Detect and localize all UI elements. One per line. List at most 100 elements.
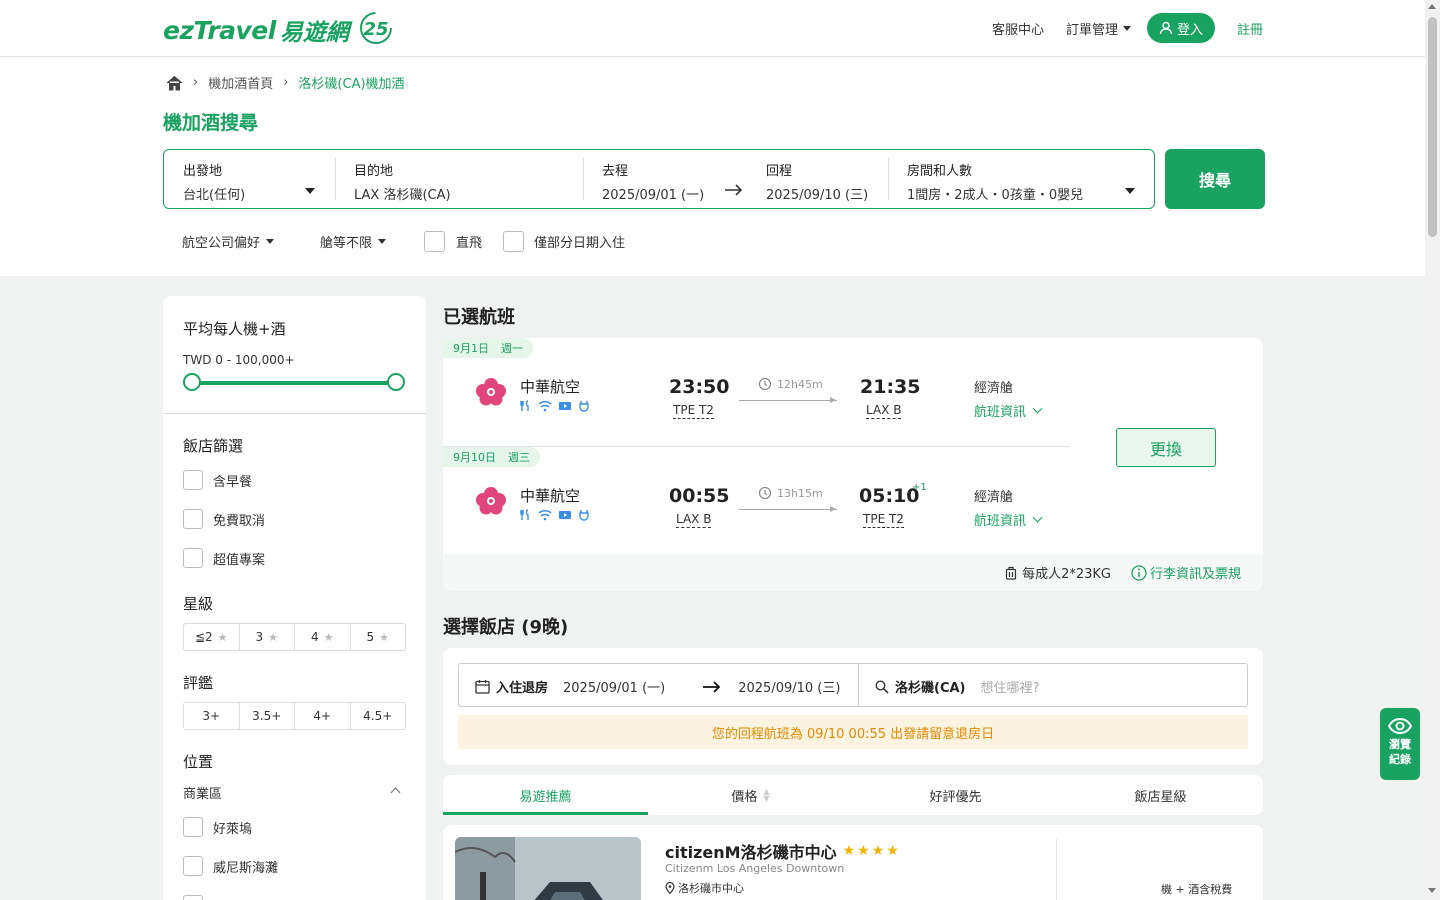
airline-preference-dropdown[interactable]: 航空公司偏好 [182, 232, 274, 251]
hotel-result-card[interactable]: citizenM洛杉磯市中心 ★★★★ Citizenm Los Angeles… [443, 825, 1263, 900]
location-more[interactable] [183, 895, 213, 900]
rooms-guests-field[interactable]: 房間和人數 1間房・2成人・0孩童・0嬰兒 [907, 150, 1137, 208]
breakfast-checkbox[interactable] [183, 470, 203, 490]
luggage-icon [1005, 566, 1017, 580]
free-cancel-filter[interactable]: 免費取消 [183, 509, 265, 529]
flight-path-arrow-icon [739, 397, 837, 403]
hotel-location-search[interactable]: 洛杉磯(CA) 想住哪裡? [875, 677, 1039, 696]
outbound-arrive-airport[interactable]: LAX B [866, 403, 902, 419]
business-district-header[interactable]: 商業區 [183, 783, 222, 802]
value-deal-checkbox[interactable] [183, 548, 203, 568]
anniversary-badge-icon: 25 [357, 10, 395, 50]
depart-date-value: 2025/09/01 (一) [602, 188, 705, 203]
calendar-icon [475, 680, 490, 694]
chevron-right-icon: › [283, 75, 289, 90]
change-flight-button[interactable]: 更換 [1116, 428, 1216, 467]
header-right-menu: 客服中心 訂單管理 登入 註冊 [970, 13, 1263, 43]
star-option[interactable]: ≦2 ★ [184, 624, 240, 650]
airline-name: 中華航空 [520, 487, 581, 505]
rating-option[interactable]: 3+ [184, 703, 240, 729]
price-slider-max-handle[interactable] [387, 373, 405, 391]
inbound-flight-info-toggle[interactable]: 航班資訊 [974, 510, 1041, 529]
flight-filter-row: 航空公司偏好 艙等不限 直飛 僅部分日期入住 [182, 230, 625, 252]
value-deal-filter[interactable]: 超值專案 [183, 548, 265, 568]
destination-field[interactable]: 目的地 LAX 洛杉磯(CA) [354, 150, 574, 208]
origin-field[interactable]: 出發地 台北(任何) [183, 150, 333, 208]
outbound-depart-airport[interactable]: TPE T2 [673, 403, 714, 419]
depart-date-field[interactable]: 去程 2025/09/01 (一) [602, 150, 732, 208]
chevron-up-icon[interactable] [390, 787, 401, 798]
filter-sidebar: 平均每人機+酒 TWD 0 - 100,000+ 飯店篩選 含早餐 免費取消 超… [163, 296, 426, 900]
scroll-up-arrow-icon[interactable] [1428, 4, 1436, 9]
baggage-info-row: 每成人2*23KG 行李資訊及票規 [443, 554, 1263, 591]
hotel-search-bar: 入住退房 2025/09/01 (一) 2025/09/10 (三) 洛杉磯(C… [458, 663, 1248, 707]
scroll-down-arrow-icon[interactable] [1428, 888, 1436, 893]
rating-option[interactable]: 3.5+ [240, 703, 295, 729]
checkout-warning-banner: 您的回程航班為 09/10 00:55 出發請留意退房日 [458, 715, 1248, 749]
free-cancel-checkbox[interactable] [183, 509, 203, 529]
direct-flight-label: 直飛 [456, 235, 483, 251]
selected-flights-card: 9月1日 週一 中華航空 23:50 TPE T2 12h45m 21:35 LA… [443, 338, 1263, 591]
hotel-photo[interactable] [455, 837, 641, 900]
direct-flight-checkbox[interactable] [424, 230, 446, 252]
venice-beach-checkbox[interactable] [183, 856, 203, 876]
star-rating-icons: ★★★★ [842, 843, 901, 859]
hollywood-checkbox[interactable] [183, 817, 203, 837]
tab-recommended[interactable]: 易遊推薦 [443, 775, 648, 815]
inbound-cabin: 經濟艙 [974, 490, 1014, 505]
tab-hotel-stars[interactable]: 飯店星級 [1058, 775, 1263, 815]
scrollbar-thumb[interactable] [1428, 17, 1437, 237]
breakfast-label: 含早餐 [213, 474, 253, 490]
more-location-checkbox[interactable] [183, 895, 203, 900]
inbound-depart-time: 00:55 [669, 485, 730, 507]
inbound-depart-airport[interactable]: LAX B [676, 512, 712, 528]
breadcrumb-link-package-home[interactable]: 機加酒首頁 [208, 73, 273, 92]
inbound-duration: 13h15m [758, 486, 823, 500]
hotel-search-input[interactable]: 想住哪裡? [981, 677, 1040, 696]
hotel-name[interactable]: citizenM洛杉磯市中心 ★★★★ [665, 839, 901, 863]
return-date-value: 2025/09/10 (三) [766, 188, 869, 203]
inbound-arrive-airport[interactable]: TPE T2 [863, 512, 904, 528]
search-city: 洛杉磯(CA) [895, 681, 966, 696]
order-management-dropdown[interactable]: 訂單管理 [1066, 19, 1131, 38]
page-scrollbar[interactable] [1425, 0, 1440, 900]
rating-option[interactable]: 4+ [295, 703, 351, 729]
tab-price[interactable]: 價格 ▲ ▼ [648, 775, 853, 815]
star-option[interactable]: 5 ★ [351, 624, 406, 650]
return-date-field[interactable]: 回程 2025/09/10 (三) [766, 150, 886, 208]
star-option[interactable]: 3 ★ [240, 624, 295, 650]
amenities-icons [520, 509, 590, 521]
search-button[interactable]: 搜尋 [1165, 149, 1265, 209]
location-hollywood[interactable]: 好萊塢 [183, 817, 252, 837]
eztravel-logo[interactable]: ezTravel 易遊網 25 [163, 10, 395, 50]
wifi-icon [538, 510, 552, 521]
rating-option[interactable]: 4.5+ [351, 703, 406, 729]
price-slider-track[interactable] [183, 373, 405, 391]
search-title: 機加酒搜尋 [163, 112, 259, 134]
user-icon [1159, 21, 1173, 35]
entertainment-icon [559, 511, 571, 519]
checkin-label: 入住退房 [496, 681, 549, 696]
logo-cn-text: 易遊網 [279, 20, 349, 46]
map-pin-icon [665, 882, 675, 894]
outbound-arrive-time: 21:35 [860, 376, 921, 398]
browse-history-button[interactable]: 瀏覽 紀錄 [1380, 708, 1420, 780]
checkin-checkout-field[interactable]: 入住退房 2025/09/01 (一) 2025/09/10 (三) [475, 677, 840, 696]
eye-icon [1388, 718, 1412, 734]
outbound-flight-info-toggle[interactable]: 航班資訊 [974, 401, 1041, 420]
cabin-class-dropdown[interactable]: 艙等不限 [320, 232, 386, 251]
star-option[interactable]: 4 ★ [295, 624, 351, 650]
partial-dates-checkbox[interactable] [503, 230, 525, 252]
baggage-rules-link[interactable]: 行李資訊及票規 [1131, 563, 1241, 582]
register-link[interactable]: 註冊 [1237, 19, 1263, 38]
location-venice-beach[interactable]: 威尼斯海灘 [183, 856, 278, 876]
login-button[interactable]: 登入 [1146, 13, 1215, 43]
china-airlines-logo-icon [473, 376, 509, 412]
tab-top-rated[interactable]: 好評優先 [853, 775, 1058, 815]
star-rating-title: 星級 [183, 595, 214, 613]
home-icon[interactable] [166, 75, 183, 91]
breakfast-filter[interactable]: 含早餐 [183, 470, 252, 490]
price-slider-min-handle[interactable] [183, 373, 201, 391]
partial-dates-label: 僅部分日期入住 [534, 235, 626, 251]
customer-service-link[interactable]: 客服中心 [992, 19, 1044, 38]
